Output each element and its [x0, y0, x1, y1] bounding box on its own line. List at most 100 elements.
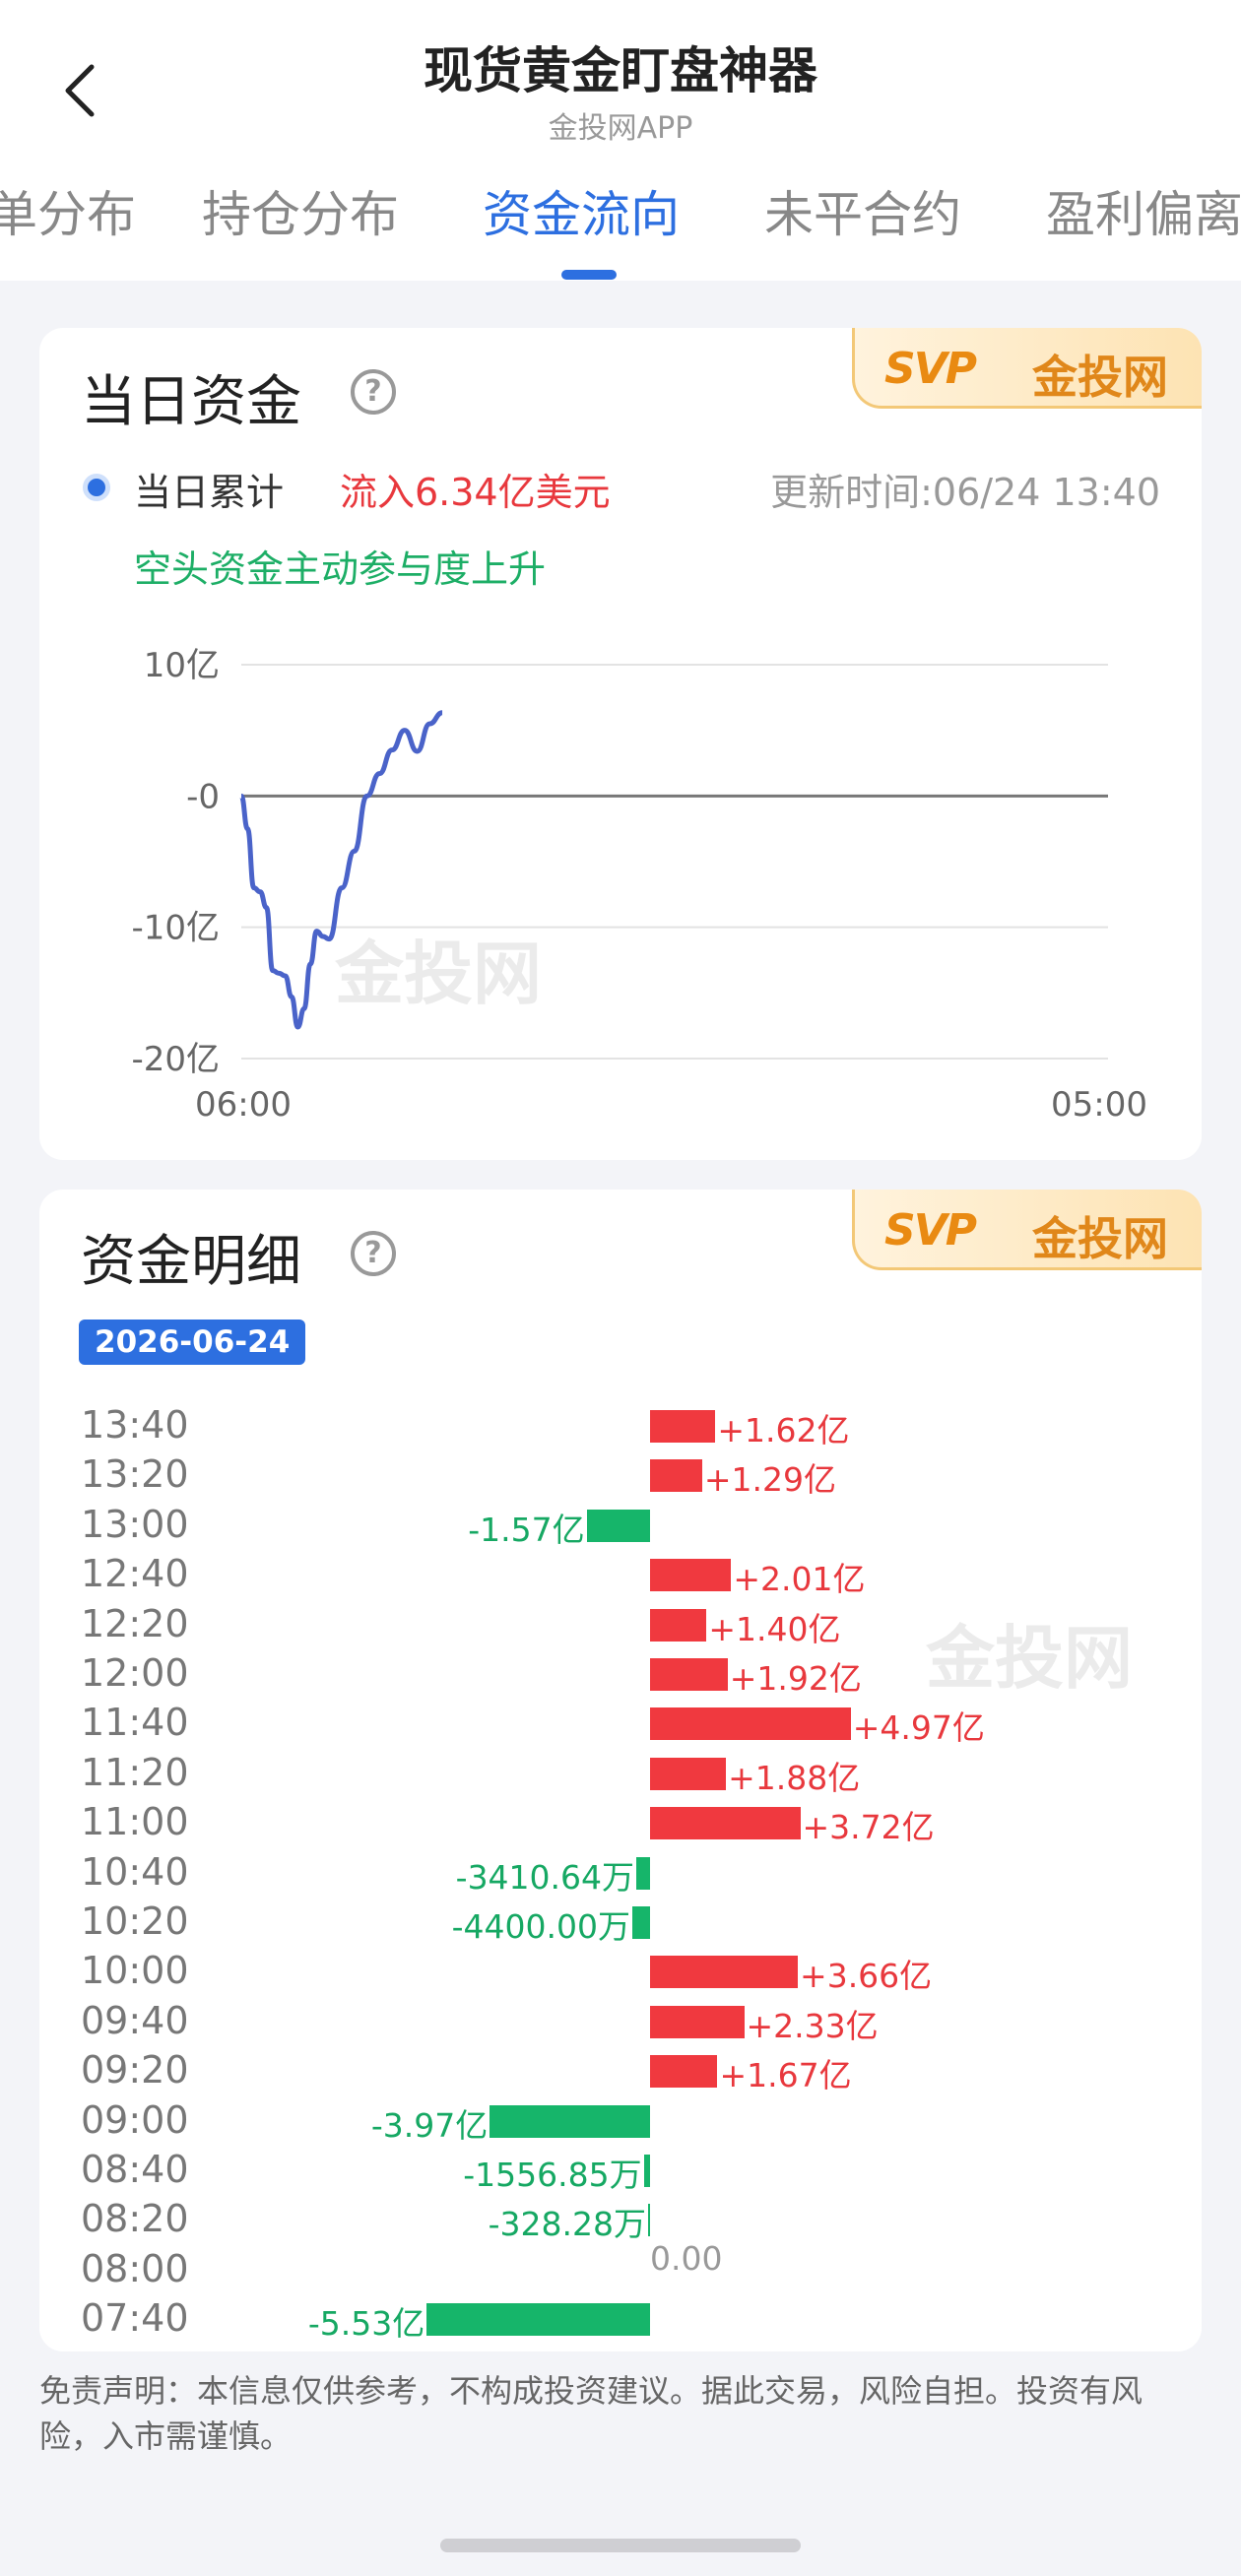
flow-time: 08:20	[81, 2197, 189, 2241]
flow-value: +1.67亿	[719, 2056, 852, 2095]
tab-open-interest[interactable]: 未平合约	[764, 175, 961, 246]
flow-row: 12:00 +1.92亿	[39, 1649, 1202, 1699]
flow-row: 13:20 +1.29亿	[39, 1450, 1202, 1500]
flow-value: -3410.64万	[455, 1857, 635, 1897]
flow-time: 09:00	[81, 2097, 189, 2142]
flow-row: 11:40 +4.97亿	[39, 1699, 1202, 1748]
outflow-bar	[643, 2155, 650, 2187]
flow-row: 13:40 +1.62亿	[39, 1401, 1202, 1450]
flow-time: 13:40	[81, 1403, 189, 1447]
flow-row: 12:20 +1.40亿	[39, 1600, 1202, 1649]
disclaimer: 免责声明：本信息仅供参考，不构成投资建议。据此交易，风险自担。投资有风险，入市需…	[39, 2372, 1143, 2455]
flow-time: 09:40	[81, 1998, 189, 2042]
inflow-bar	[650, 2055, 718, 2089]
flow-time: 12:00	[81, 1651, 189, 1695]
fund-detail-card: SVP 金投网 资金明细 ? 2026-06-24 金投网 13:40 +1.62…	[39, 1190, 1202, 2351]
flow-row: 10:20 -4400.00万	[39, 1898, 1202, 1947]
date-badge[interactable]: 2026-06-24	[79, 1320, 306, 1365]
active-tab-indicator	[561, 270, 617, 280]
brand-name: 金投网	[1032, 1212, 1168, 1265]
flow-time: 12:20	[81, 1601, 189, 1645]
daily-funds-card: SVP 金投网 当日资金 ? 当日累计 流入6.34亿美元 更新时间:06/24…	[39, 328, 1202, 1160]
flow-time: 11:40	[81, 1701, 189, 1745]
flow-time: 09:20	[81, 2048, 189, 2093]
flow-value: +1.62亿	[717, 1411, 850, 1449]
question-circle-icon[interactable]: ?	[351, 1231, 396, 1276]
flow-time: 07:40	[81, 2296, 189, 2341]
flow-row: 11:00 +3.72亿	[39, 1798, 1202, 1847]
flow-time: 08:00	[81, 2246, 189, 2290]
flow-row: 08:40 -1556.85万	[39, 2146, 1202, 2195]
flow-value: +1.40亿	[708, 1609, 841, 1648]
x-tick-label: 06:00	[195, 1085, 292, 1125]
flow-row: 08:00 0.00	[39, 2239, 1202, 2294]
inflow-bar	[650, 1410, 716, 1443]
inflow-bar	[650, 1757, 727, 1790]
flow-value: +3.72亿	[802, 1808, 935, 1847]
fund-detail-title: 资金明细	[81, 1230, 301, 1294]
y-tick-label: 10亿	[144, 646, 220, 685]
flow-value: +3.66亿	[800, 1957, 933, 1996]
flow-time: 11:00	[81, 1800, 189, 1844]
flow-value: +4.97亿	[852, 1708, 985, 1748]
flow-row: 13:00 -1.57亿	[39, 1501, 1202, 1550]
outflow-bar	[648, 2204, 650, 2237]
tab-order-distribution[interactable]: 单分布	[0, 175, 136, 246]
y-tick-label: -0	[186, 777, 220, 816]
series-line	[238, 710, 443, 1030]
flow-row: 09:00 -3.97亿	[39, 2096, 1202, 2146]
tab-position-distribution[interactable]: 持仓分布	[202, 175, 399, 246]
tab-profit-deviation[interactable]: 盈利偏离	[1046, 175, 1241, 246]
inflow-bar	[650, 1807, 801, 1840]
outflow-bar	[586, 1509, 650, 1542]
inflow-bar	[650, 1559, 732, 1592]
flow-time: 10:20	[81, 1900, 189, 1943]
cumulative-flow-chart: 10亿 -0 -10亿 -20亿 06:00 05:00	[131, 646, 1147, 1125]
flow-time: 13:20	[81, 1452, 189, 1497]
outflow-bar	[426, 2303, 650, 2337]
flow-value: -5.53亿	[307, 2304, 425, 2344]
flow-value: -4400.00万	[451, 1907, 630, 1946]
tab-bar: 单分布 持仓分布 资金流向 未平合约 盈利偏离	[0, 175, 1241, 249]
flow-row: 07:40 -5.53亿	[39, 2294, 1202, 2344]
home-indicator[interactable]	[440, 2539, 801, 2552]
flow-value: +1.29亿	[703, 1460, 837, 1500]
inflow-bar	[650, 1459, 702, 1493]
flow-time: 10:40	[81, 1849, 189, 1894]
flow-value: 0.00	[650, 2238, 723, 2278]
flow-row: 12:40 +2.01亿	[39, 1550, 1202, 1599]
flow-value: +2.01亿	[733, 1560, 866, 1599]
inflow-bar	[650, 1956, 799, 1989]
flow-row: 08:20 -328.28万	[39, 2195, 1202, 2244]
flow-value: -328.28万	[488, 2205, 646, 2244]
y-tick-label: -10亿	[131, 909, 220, 948]
flow-row: 11:20 +1.88亿	[39, 1749, 1202, 1798]
outflow-bar	[490, 2104, 650, 2138]
flow-value: -1556.85万	[463, 2156, 642, 2194]
flow-row: 10:40 -3410.64万	[39, 1848, 1202, 1898]
flow-row: 10:00 +3.66亿	[39, 1947, 1202, 1996]
flow-time: 10:00	[81, 1949, 189, 1993]
flow-time: 08:40	[81, 2148, 189, 2191]
flow-value: -1.57亿	[468, 1510, 585, 1549]
flow-value: +1.92亿	[729, 1659, 862, 1698]
inflow-bar	[650, 1608, 707, 1642]
flow-value: +1.88亿	[728, 1758, 861, 1797]
tab-fund-flow[interactable]: 资金流向	[483, 175, 680, 246]
flow-time: 12:40	[81, 1552, 189, 1596]
page-subtitle: 金投网APP	[548, 111, 693, 146]
flow-value: -3.97亿	[370, 2105, 489, 2145]
flow-time: 13:00	[81, 1502, 189, 1546]
inflow-bar	[650, 1658, 728, 1691]
page-title: 现货黄金盯盘神器	[424, 42, 817, 99]
svp-logo-icon: SVP	[884, 1205, 977, 1256]
outflow-bar	[631, 1906, 650, 1939]
brand-badge: SVP 金投网	[852, 1190, 1202, 1270]
flow-time: 11:20	[81, 1750, 189, 1794]
inflow-bar	[650, 1707, 851, 1741]
flow-row: 09:20 +1.67亿	[39, 2046, 1202, 2095]
flow-value: +2.33亿	[746, 2006, 879, 2045]
flow-row: 09:40 +2.33亿	[39, 1997, 1202, 2046]
inflow-bar	[650, 2005, 745, 2038]
x-tick-label: 05:00	[1051, 1085, 1147, 1125]
